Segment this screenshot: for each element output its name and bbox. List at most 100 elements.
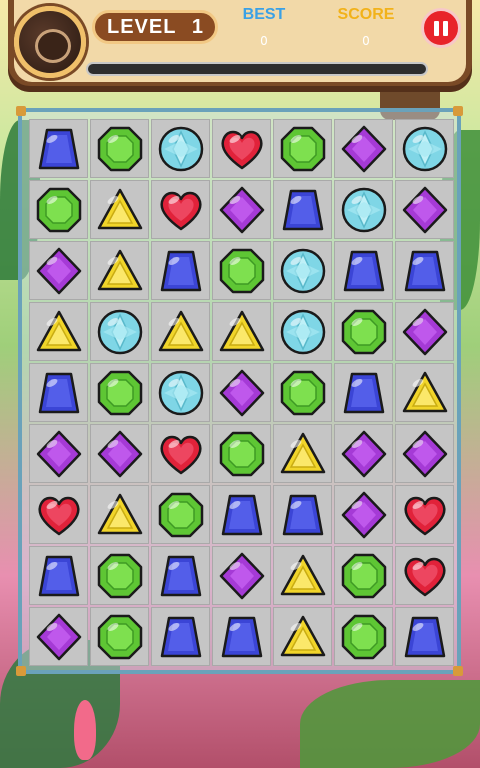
blue-trapezoid-gem-icon <box>156 246 206 296</box>
board-cell[interactable] <box>212 302 271 361</box>
board-cell[interactable] <box>273 180 332 239</box>
board-cell[interactable] <box>395 424 454 483</box>
level-label: LEVEL <box>107 15 177 38</box>
board-cell[interactable] <box>90 363 149 422</box>
purple-diamond-gem-icon <box>217 551 267 601</box>
board-cell[interactable] <box>334 180 393 239</box>
board-cell[interactable] <box>273 607 332 666</box>
board-cell[interactable] <box>334 363 393 422</box>
board-cell[interactable] <box>151 363 210 422</box>
board-cell[interactable] <box>212 607 271 666</box>
board-cell[interactable] <box>334 241 393 300</box>
blue-trapezoid-gem-icon <box>400 612 450 662</box>
player-avatar <box>14 6 86 78</box>
board-cell[interactable] <box>212 546 271 605</box>
best-value: 0 <box>260 34 268 48</box>
board-cell[interactable] <box>395 302 454 361</box>
board-cell[interactable] <box>395 485 454 544</box>
board-cell[interactable] <box>29 180 88 239</box>
purple-diamond-gem-icon <box>339 429 389 479</box>
board-cell[interactable] <box>90 607 149 666</box>
yellow-triangle-gem-icon <box>34 307 84 357</box>
board-cell[interactable] <box>29 302 88 361</box>
board-cell[interactable] <box>151 485 210 544</box>
green-octagon-gem-icon <box>339 612 389 662</box>
green-octagon-gem-icon <box>95 551 145 601</box>
board-cell[interactable] <box>151 119 210 178</box>
board-cell[interactable] <box>90 302 149 361</box>
board-cell[interactable] <box>334 424 393 483</box>
board-cell[interactable] <box>90 119 149 178</box>
blue-trapezoid-gem-icon <box>278 185 328 235</box>
board-cell[interactable] <box>273 485 332 544</box>
board-cell[interactable] <box>334 485 393 544</box>
board-cell[interactable] <box>273 241 332 300</box>
board-cell[interactable] <box>151 180 210 239</box>
avatar-face-icon <box>35 29 71 63</box>
board-cell[interactable] <box>151 424 210 483</box>
purple-diamond-gem-icon <box>217 368 267 418</box>
green-octagon-gem-icon <box>34 185 84 235</box>
board-cell[interactable] <box>90 424 149 483</box>
background-leaf <box>300 680 480 768</box>
board-cell[interactable] <box>212 119 271 178</box>
board-cell[interactable] <box>395 119 454 178</box>
cyan-round-gem-icon <box>339 185 389 235</box>
board-cell[interactable] <box>151 302 210 361</box>
board-cell[interactable] <box>395 546 454 605</box>
yellow-triangle-gem-icon <box>400 368 450 418</box>
yellow-triangle-gem-icon <box>278 429 328 479</box>
board-cell[interactable] <box>212 424 271 483</box>
board-cell[interactable] <box>395 180 454 239</box>
board-cell[interactable] <box>273 302 332 361</box>
yellow-triangle-gem-icon <box>95 246 145 296</box>
blue-trapezoid-gem-icon <box>278 490 328 540</box>
board-cell[interactable] <box>90 485 149 544</box>
board-cell[interactable] <box>395 363 454 422</box>
board-cell[interactable] <box>273 119 332 178</box>
board-cell[interactable] <box>273 424 332 483</box>
blue-trapezoid-gem-icon <box>400 246 450 296</box>
board-cell[interactable] <box>395 607 454 666</box>
board-cell[interactable] <box>273 363 332 422</box>
board-cell[interactable] <box>273 546 332 605</box>
purple-diamond-gem-icon <box>34 612 84 662</box>
cyan-round-gem-icon <box>278 246 328 296</box>
blue-trapezoid-gem-icon <box>156 612 206 662</box>
board-cell[interactable] <box>29 607 88 666</box>
board-cell[interactable] <box>151 241 210 300</box>
board-cell[interactable] <box>90 180 149 239</box>
board-cell[interactable] <box>151 607 210 666</box>
board-cell[interactable] <box>212 180 271 239</box>
board-cell[interactable] <box>212 363 271 422</box>
green-octagon-gem-icon <box>95 124 145 174</box>
yellow-triangle-gem-icon <box>95 490 145 540</box>
red-heart-gem-icon <box>400 551 450 601</box>
board-cell[interactable] <box>334 546 393 605</box>
board-cell[interactable] <box>151 546 210 605</box>
board-cell[interactable] <box>334 119 393 178</box>
board-cell[interactable] <box>334 302 393 361</box>
pause-button[interactable] <box>421 8 461 48</box>
board-cell[interactable] <box>29 119 88 178</box>
board-cell[interactable] <box>29 485 88 544</box>
board-cell[interactable] <box>29 546 88 605</box>
board-cell[interactable] <box>29 424 88 483</box>
purple-diamond-gem-icon <box>34 429 84 479</box>
board-cell[interactable] <box>212 485 271 544</box>
board-cell[interactable] <box>29 241 88 300</box>
red-heart-gem-icon <box>156 429 206 479</box>
board-cell[interactable] <box>90 546 149 605</box>
cyan-round-gem-icon <box>400 124 450 174</box>
green-octagon-gem-icon <box>95 368 145 418</box>
purple-diamond-gem-icon <box>339 124 389 174</box>
board-corner <box>16 106 26 116</box>
board-cell[interactable] <box>334 607 393 666</box>
board-cell[interactable] <box>90 241 149 300</box>
yellow-triangle-gem-icon <box>156 307 206 357</box>
board-cell[interactable] <box>29 363 88 422</box>
best-score: BEST 0 <box>224 6 304 48</box>
board-cell[interactable] <box>395 241 454 300</box>
board-cell[interactable] <box>212 241 271 300</box>
level-indicator: LEVEL 1 <box>92 10 218 44</box>
